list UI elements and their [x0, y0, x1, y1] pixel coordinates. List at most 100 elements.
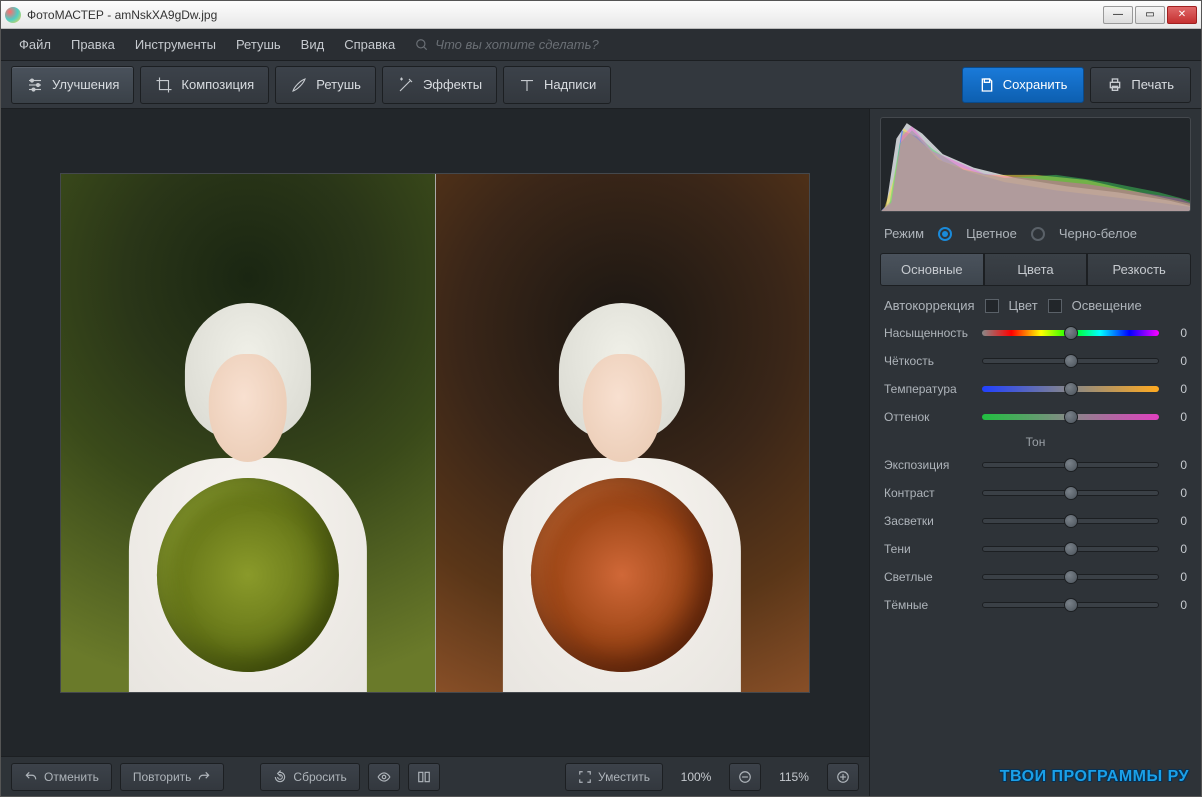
temperature-slider[interactable]	[982, 386, 1159, 392]
saturation-label: Насыщенность	[884, 326, 974, 340]
zoom-base: 100%	[671, 770, 721, 784]
photo-compare	[60, 173, 810, 693]
compare-icon	[417, 770, 431, 784]
zoom-in-button[interactable]	[827, 763, 859, 791]
menu-retouch[interactable]: Ретушь	[228, 33, 289, 56]
undo-icon	[24, 770, 38, 784]
histogram[interactable]	[880, 117, 1191, 212]
main-toolbar: Улучшения Композиция Ретушь Эффекты Надп…	[1, 61, 1201, 109]
slider-thumb[interactable]	[1064, 458, 1078, 472]
radio-color[interactable]	[938, 227, 952, 241]
tint-label: Оттенок	[884, 410, 974, 424]
mode-color-label[interactable]: Цветное	[966, 226, 1017, 241]
bottom-toolbar: Отменить Повторить Сбросить Уместить 100…	[1, 756, 869, 796]
titlebar[interactable]: ФотоМАСТЕР - amNskXA9gDw.jpg — ▭ ✕	[1, 1, 1201, 29]
plus-icon	[836, 770, 850, 784]
menu-view[interactable]: Вид	[293, 33, 333, 56]
menubar: Файл Правка Инструменты Ретушь Вид Справ…	[1, 29, 1201, 61]
blacks-label: Тёмные	[884, 598, 974, 612]
blacks-slider[interactable]	[982, 602, 1159, 608]
tab-effects[interactable]: Эффекты	[382, 66, 497, 104]
auto-color-label[interactable]: Цвет	[1009, 298, 1038, 313]
highlights-slider[interactable]	[982, 518, 1159, 524]
highlights-value: 0	[1167, 514, 1187, 528]
search-placeholder: Что вы хотите сделать?	[435, 37, 599, 52]
eye-icon	[377, 770, 391, 784]
menu-edit[interactable]: Правка	[63, 33, 123, 56]
wand-icon	[397, 76, 415, 94]
text-icon	[518, 76, 536, 94]
temperature-value: 0	[1167, 382, 1187, 396]
chk-auto-light[interactable]	[1048, 299, 1062, 313]
search-icon	[415, 38, 429, 52]
maximize-button[interactable]: ▭	[1135, 6, 1165, 24]
save-button[interactable]: Сохранить	[962, 67, 1085, 103]
menu-search[interactable]: Что вы хотите сделать?	[415, 37, 599, 52]
slider-thumb[interactable]	[1064, 410, 1078, 424]
menu-tools[interactable]: Инструменты	[127, 33, 224, 56]
sliders-icon	[26, 76, 44, 94]
slider-thumb[interactable]	[1064, 326, 1078, 340]
tab-text[interactable]: Надписи	[503, 66, 611, 104]
exposure-slider[interactable]	[982, 462, 1159, 468]
canvas[interactable]	[1, 109, 869, 756]
slider-thumb[interactable]	[1064, 382, 1078, 396]
crop-icon	[155, 76, 173, 94]
temperature-label: Температура	[884, 382, 974, 396]
clarity-slider[interactable]	[982, 358, 1159, 364]
close-button[interactable]: ✕	[1167, 6, 1197, 24]
ptab-sharp[interactable]: Резкость	[1087, 253, 1191, 286]
minimize-button[interactable]: —	[1103, 6, 1133, 24]
slider-thumb[interactable]	[1064, 570, 1078, 584]
redo-button[interactable]: Повторить	[120, 763, 225, 791]
auto-light-label[interactable]: Освещение	[1072, 298, 1142, 313]
preview-toggle[interactable]	[368, 763, 400, 791]
mode-bw-label[interactable]: Черно-белое	[1059, 226, 1137, 241]
redo-icon	[197, 770, 211, 784]
photo-after	[436, 174, 810, 692]
app-window: ФотоМАСТЕР - amNskXA9gDw.jpg — ▭ ✕ Файл …	[0, 0, 1202, 797]
slider-thumb[interactable]	[1064, 542, 1078, 556]
color-mode-row: Режим Цветное Черно-белое	[870, 220, 1201, 247]
whites-slider[interactable]	[982, 574, 1159, 580]
shadows-value: 0	[1167, 542, 1187, 556]
fit-icon	[578, 770, 592, 784]
ptab-basic[interactable]: Основные	[880, 253, 984, 286]
menu-file[interactable]: Файл	[11, 33, 59, 56]
undo-button[interactable]: Отменить	[11, 763, 112, 791]
slider-thumb[interactable]	[1064, 486, 1078, 500]
tint-slider[interactable]	[982, 414, 1159, 420]
panel-tabs: Основные Цвета Резкость	[880, 253, 1191, 286]
contrast-value: 0	[1167, 486, 1187, 500]
print-button[interactable]: Печать	[1090, 67, 1191, 103]
exposure-label: Экспозиция	[884, 458, 974, 472]
reset-icon	[273, 770, 287, 784]
blacks-value: 0	[1167, 598, 1187, 612]
tint-value: 0	[1167, 410, 1187, 424]
saturation-slider[interactable]	[982, 330, 1159, 336]
tab-retouch[interactable]: Ретушь	[275, 66, 376, 104]
tab-enhance[interactable]: Улучшения	[11, 66, 134, 104]
contrast-slider[interactable]	[982, 490, 1159, 496]
clarity-value: 0	[1167, 354, 1187, 368]
zoom-out-button[interactable]	[729, 763, 761, 791]
whites-value: 0	[1167, 570, 1187, 584]
tab-composition[interactable]: Композиция	[140, 66, 269, 104]
contrast-label: Контраст	[884, 486, 974, 500]
ptab-colors[interactable]: Цвета	[984, 253, 1088, 286]
highlights-label: Засветки	[884, 514, 974, 528]
chk-auto-color[interactable]	[985, 299, 999, 313]
compare-toggle[interactable]	[408, 763, 440, 791]
mode-label: Режим	[884, 226, 924, 241]
watermark: ТВОИ ПРОГРАММЫ РУ	[1000, 768, 1189, 786]
slider-thumb[interactable]	[1064, 514, 1078, 528]
tone-header: Тон	[884, 431, 1187, 451]
slider-thumb[interactable]	[1064, 354, 1078, 368]
radio-bw[interactable]	[1031, 227, 1045, 241]
fit-button[interactable]: Уместить	[565, 763, 663, 791]
menu-help[interactable]: Справка	[336, 33, 403, 56]
shadows-slider[interactable]	[982, 546, 1159, 552]
whites-label: Светлые	[884, 570, 974, 584]
reset-button[interactable]: Сбросить	[260, 763, 359, 791]
slider-thumb[interactable]	[1064, 598, 1078, 612]
